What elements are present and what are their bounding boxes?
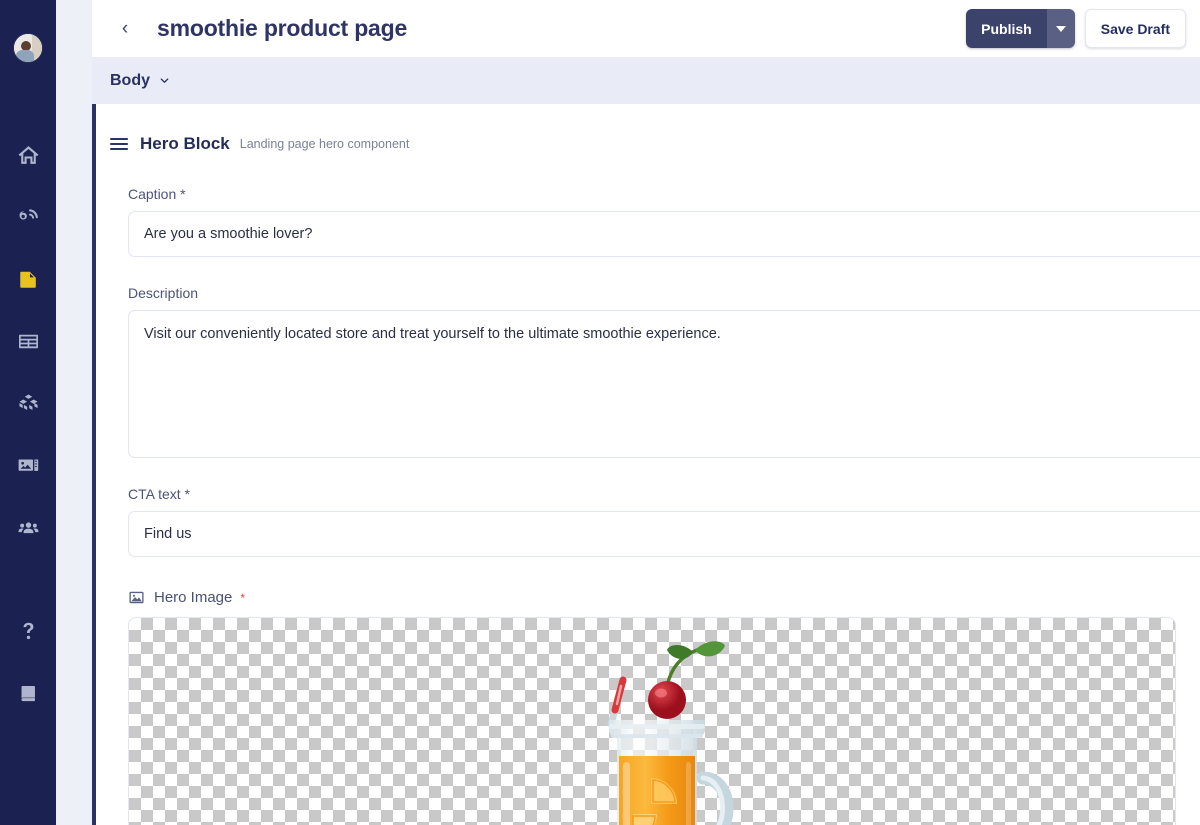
caption-label: Caption *: [128, 186, 186, 202]
app-root: ‹ smoothie product page Publish Save Dra…: [0, 0, 1200, 825]
section-label: Body: [110, 71, 150, 89]
sidebar: [0, 0, 56, 825]
hero-block-header: Hero Block Landing page hero component: [96, 104, 1200, 154]
sidebar-item-blog[interactable]: [0, 186, 56, 248]
publish-button[interactable]: Publish: [966, 9, 1047, 48]
sidebar-item-home[interactable]: [0, 124, 56, 186]
caption-input[interactable]: [128, 211, 1200, 257]
field-description: Description Visit our conveniently locat…: [96, 285, 1200, 458]
back-button[interactable]: ‹: [112, 16, 138, 42]
save-draft-button[interactable]: Save Draft: [1084, 9, 1186, 48]
user-avatar[interactable]: [13, 33, 43, 63]
hero-image-preview[interactable]: [128, 617, 1176, 825]
sidebar-item-guide[interactable]: [0, 662, 56, 724]
sidebar-item-help[interactable]: [0, 600, 56, 662]
hero-image-required-mark: *: [240, 590, 246, 605]
description-label: Description: [128, 285, 199, 301]
sidebar-item-pages[interactable]: [0, 248, 56, 310]
section-header-body[interactable]: Body: [92, 57, 1200, 104]
blocks-icon: [16, 391, 41, 416]
field-caption: Caption *: [96, 186, 1200, 257]
sidebar-nav: [0, 124, 56, 558]
publish-dropdown-button[interactable]: [1046, 9, 1075, 48]
main-area: ‹ smoothie product page Publish Save Dra…: [56, 0, 1200, 825]
smoothie-illustration: [607, 641, 734, 825]
field-cta-text: CTA text *: [96, 486, 1200, 557]
hero-image-label-row: Hero Image *: [128, 589, 1200, 606]
pages-icon: [16, 267, 41, 292]
book-icon: [16, 681, 41, 706]
topbar: ‹ smoothie product page Publish Save Dra…: [92, 0, 1200, 57]
image-icon: [128, 589, 145, 606]
cta-text-label: CTA text *: [128, 486, 190, 502]
left-gutter: [56, 0, 92, 825]
hero-block-title: Hero Block: [140, 134, 230, 153]
field-hero-image: Hero Image *: [96, 589, 1200, 825]
page-title: smoothie product page: [157, 15, 408, 41]
sidebar-item-media[interactable]: [0, 434, 56, 496]
sidebar-item-forms[interactable]: [0, 310, 56, 372]
drag-handle-icon[interactable]: [110, 135, 128, 153]
cta-text-input[interactable]: [128, 511, 1200, 557]
sidebar-item-users[interactable]: [0, 496, 56, 558]
blog-icon: [16, 205, 41, 230]
sidebar-item-blocks[interactable]: [0, 372, 56, 434]
forms-icon: [16, 329, 41, 354]
media-icon: [16, 453, 41, 478]
hero-image-label: Hero Image: [154, 589, 233, 606]
publish-button-group: Publish: [966, 9, 1075, 48]
chevron-down-icon: [160, 78, 168, 83]
chevron-down-icon: [1055, 25, 1066, 32]
topbar-actions: Publish Save Draft: [966, 9, 1200, 48]
users-icon: [16, 515, 41, 540]
sidebar-nav-bottom: [0, 600, 56, 724]
help-icon: [16, 619, 41, 644]
hero-block-subtitle: Landing page hero component: [239, 137, 410, 151]
description-textarea[interactable]: Visit our conveniently located store and…: [128, 310, 1200, 458]
home-icon: [16, 143, 41, 168]
hero-block-card: Hero Block Landing page hero component C…: [92, 104, 1200, 825]
section-collapse-toggle[interactable]: [157, 74, 171, 88]
